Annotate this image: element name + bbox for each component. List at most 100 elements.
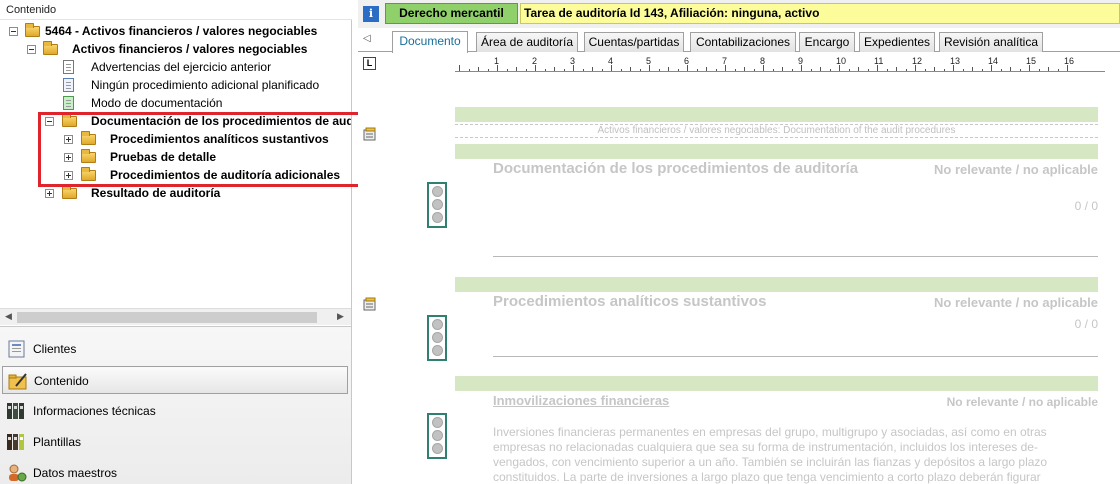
ruler-tick — [848, 69, 850, 71]
ruler-tick — [696, 69, 698, 71]
ruler-tick — [630, 67, 631, 71]
ruler-tick — [478, 67, 479, 71]
section-status[interactable]: No relevante / no aplicable — [934, 295, 1098, 310]
ruler-tick — [820, 67, 821, 71]
tab-scroll-left-icon[interactable]: ◁ — [363, 33, 371, 44]
tab-strip: ◁ Documento Área de auditoría Cuentas/pa… — [358, 30, 1120, 53]
tree-node-activos[interactable]: Activos financieros / valores negociable… — [0, 40, 351, 58]
tab-expedientes[interactable]: Expedientes — [859, 32, 935, 52]
green-band — [455, 144, 1098, 159]
document-canvas: Activos financieros / valores negociable… — [358, 75, 1120, 484]
nav-label: Datos maestros — [33, 466, 118, 480]
ruler-tick — [468, 69, 470, 71]
ruler-tick — [810, 69, 812, 71]
document-icon — [63, 78, 74, 92]
ruler-tick — [658, 69, 660, 71]
ruler-tick — [886, 69, 888, 71]
folder-open-icon — [25, 23, 40, 37]
ruler-tick — [1048, 67, 1049, 71]
ruler-row: L 1 2 3 4 5 6 7 8 9 10 11 12 13 14 15 16 — [358, 53, 1120, 75]
nav-clientes[interactable]: Clientes — [2, 335, 348, 363]
tab-documento[interactable]: Documento — [392, 31, 468, 53]
task-tag[interactable]: Tarea de auditoría Id 143, Afiliación: n… — [520, 3, 1120, 24]
ruler-tick — [896, 67, 897, 71]
light-dot — [432, 332, 443, 343]
tab-contabilizaciones[interactable]: Contabilizaciones — [690, 32, 796, 52]
binders-icon — [7, 403, 24, 419]
tab-stop-selector[interactable]: L — [363, 57, 376, 70]
pane-title: Contenido — [0, 0, 352, 20]
tree-node-root[interactable]: 5464 - Activos financieros / valores neg… — [0, 22, 351, 40]
traffic-light-icon[interactable] — [427, 413, 447, 459]
ruler-tick — [525, 69, 527, 71]
folder-open-icon — [43, 41, 58, 55]
tab-area-auditoria[interactable]: Área de auditoría — [476, 32, 578, 52]
tab-revision-analitica[interactable]: Revisión analítica — [939, 32, 1043, 52]
ruler-tick — [516, 67, 517, 71]
ruler-tick — [459, 65, 460, 71]
area-tag[interactable]: Derecho mercantil — [385, 3, 518, 24]
ruler-tick — [601, 69, 603, 71]
tree-node-label: 5464 - Activos financieros / valores neg… — [45, 24, 318, 38]
ruler-tick — [1057, 69, 1059, 71]
scroll-left-icon[interactable]: ◀ — [5, 311, 12, 322]
subsection-title[interactable]: Inmovilizaciones financieras — [493, 393, 669, 408]
ruler-tick — [706, 67, 707, 71]
folder-pen-icon — [8, 373, 27, 390]
scrollbar-thumb[interactable] — [17, 312, 317, 323]
document-icon — [63, 60, 74, 74]
clients-icon — [8, 340, 25, 358]
separator-line — [493, 356, 1098, 357]
ruler-tick — [1019, 69, 1021, 71]
expand-icon[interactable] — [45, 189, 54, 198]
tree-node-modo-documentacion[interactable]: Modo de documentación — [0, 94, 351, 112]
collapse-icon[interactable] — [9, 27, 18, 36]
light-dot — [432, 417, 443, 428]
ruler-tick — [554, 67, 555, 71]
ruler-number: 7 — [722, 56, 728, 66]
ruler-number: 4 — [608, 56, 614, 66]
nav-plantillas[interactable]: Plantillas — [2, 428, 348, 456]
person-gear-icon — [9, 464, 27, 482]
horizontal-scrollbar[interactable]: ◀ ▶ — [0, 308, 351, 325]
light-dot — [432, 186, 443, 197]
nav-label: Contenido — [34, 374, 89, 388]
ruler-number: 1 — [494, 56, 500, 66]
traffic-light-icon[interactable] — [427, 315, 447, 361]
ruler-tick — [582, 69, 584, 71]
tree-node-ningun-procedimiento[interactable]: Ningún procedimiento adicional planifica… — [0, 76, 351, 94]
ruler-tick — [943, 69, 945, 71]
ruler-tick — [962, 69, 964, 71]
memo-icon[interactable] — [363, 127, 377, 141]
collapse-icon[interactable] — [27, 45, 36, 54]
info-icon[interactable]: i — [363, 6, 379, 22]
tab-encargo[interactable]: Encargo — [799, 32, 855, 52]
ruler-tick — [487, 69, 489, 71]
ruler-number: 3 — [570, 56, 576, 66]
scroll-right-icon[interactable]: ▶ — [337, 311, 344, 322]
ruler-tick — [592, 67, 593, 71]
content-pane: Contenido 5464 - Activos financieros / v… — [0, 0, 365, 484]
ruler[interactable]: 1 2 3 4 5 6 7 8 9 10 11 12 13 14 15 16 — [455, 56, 1105, 72]
ruler-number: 13 — [950, 56, 961, 66]
ruler-tick — [981, 69, 983, 71]
ruler-tick — [544, 69, 546, 71]
nav-informaciones-tecnicas[interactable]: Informaciones técnicas — [2, 397, 348, 425]
nav-contenido[interactable]: Contenido — [2, 366, 348, 394]
tab-cuentas-partidas[interactable]: Cuentas/partidas — [584, 32, 684, 52]
section-status[interactable]: No relevante / no aplicable — [934, 162, 1098, 177]
context-bar: i Derecho mercantil Tarea de auditoría I… — [358, 0, 1120, 28]
ruler-number: 16 — [1064, 56, 1075, 66]
ruler-tick — [734, 69, 736, 71]
body-line: constituidos. La parte de inversiones a … — [493, 470, 1041, 484]
memo-icon[interactable] — [363, 297, 377, 311]
traffic-light-icon[interactable] — [427, 182, 447, 228]
nav-datos-maestros[interactable]: Datos maestros — [2, 459, 348, 484]
tree-node-advertencias[interactable]: Advertencias del ejercicio anterior — [0, 58, 351, 76]
section-title: Documentación de los procedimientos de a… — [493, 160, 859, 177]
subsection-status[interactable]: No relevante / no aplicable — [947, 395, 1098, 409]
tree-node-label: Advertencias del ejercicio anterior — [91, 60, 272, 74]
ruler-number: 10 — [836, 56, 847, 66]
ruler-number: 2 — [532, 56, 538, 66]
ruler-tick — [677, 69, 679, 71]
